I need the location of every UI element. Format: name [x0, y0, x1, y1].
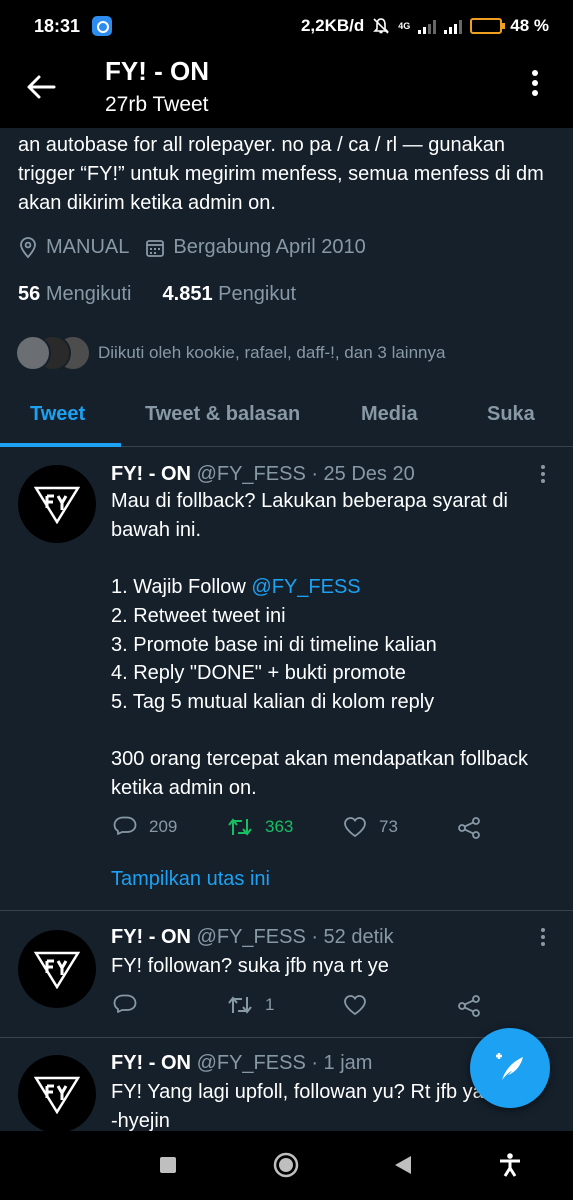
reply-button[interactable]: 209: [113, 816, 177, 838]
retweet-icon: [228, 996, 252, 1014]
followed-by-text[interactable]: Diikuti oleh kookie, rafael, daff-!, dan…: [98, 343, 445, 363]
tab-tweet[interactable]: Tweet: [30, 403, 85, 426]
share-button[interactable]: [457, 994, 493, 1018]
tab-likes[interactable]: Suka: [487, 403, 535, 426]
reply-icon: [113, 994, 137, 1013]
tab-tweet-replies[interactable]: Tweet & balasan: [145, 403, 300, 426]
avatar: [15, 335, 51, 371]
back-button[interactable]: [395, 1156, 411, 1179]
location-icon: [20, 236, 36, 258]
fy-logo-icon: [34, 951, 80, 989]
tweet[interactable]: FY! - ON @FY_FESS · 52 detik FY! followa…: [0, 912, 573, 1038]
tweet-header: FY! - ON @FY_FESS · 52 detik: [111, 926, 394, 949]
accessibility-icon: [500, 1153, 520, 1177]
tweet-text-part: 2. Retweet tweet ini 3. Promote base ini…: [111, 604, 528, 800]
tweet-author[interactable]: FY! - ON: [111, 926, 191, 948]
follow-stats: 56 Mengikuti 4.851 Pengikut: [18, 283, 296, 306]
reply-button[interactable]: [113, 994, 149, 1016]
compose-tweet-button[interactable]: [470, 1028, 550, 1108]
circle-icon: [273, 1152, 299, 1178]
retweet-button[interactable]: 1: [227, 994, 274, 1016]
square-icon: [160, 1157, 176, 1173]
accessibility-button[interactable]: [499, 1153, 521, 1182]
status-bar: 18:31 2,2KB/d 4G 48 %: [0, 0, 573, 52]
tweet-actions: 209 363 73: [111, 816, 551, 846]
followers-count: 4.851: [162, 283, 213, 305]
tweet-meta: @FY_FESS · 52 detik: [196, 926, 394, 948]
reply-icon: [113, 816, 137, 835]
following-label: Mengikuti: [45, 283, 132, 305]
share-button[interactable]: [457, 816, 493, 840]
page-title: FY! - ON: [105, 56, 209, 86]
back-arrow-icon[interactable]: [24, 70, 58, 104]
avatar[interactable]: [18, 1055, 96, 1131]
retweet-button[interactable]: 363: [227, 816, 293, 838]
show-thread-link[interactable]: Tampilkan utas ini: [111, 868, 270, 891]
tweet-more-icon[interactable]: [538, 465, 548, 486]
followed-by-avatars[interactable]: [15, 335, 95, 371]
retweet-icon: [228, 818, 252, 836]
network-type: 4G: [398, 21, 411, 31]
following-link[interactable]: 56 Mengikuti: [18, 283, 131, 305]
tweet-meta: @FY_FESS · 25 Des 20: [196, 463, 415, 485]
tweet-text: FY! followan? suka jfb nya rt ye: [111, 955, 389, 977]
fy-logo-icon: [34, 486, 80, 524]
profile-header: FY! - ON 27rb Tweet: [0, 52, 573, 128]
home-button[interactable]: [273, 1152, 299, 1183]
avatar[interactable]: [18, 930, 96, 1008]
triangle-back-icon: [395, 1156, 411, 1174]
status-time: 18:31: [34, 15, 81, 36]
tweet-actions: 1: [111, 994, 551, 1024]
signal-icon-2: [444, 18, 463, 34]
like-button[interactable]: 73: [343, 816, 398, 838]
followers-label: Pengikut: [218, 283, 297, 305]
compose-icon: [496, 1053, 523, 1080]
tweet-count: 27rb Tweet: [105, 93, 209, 116]
network-speed: 2,2KB/d: [300, 16, 365, 35]
mention-link[interactable]: @FY_FESS: [251, 576, 360, 598]
tweet-author[interactable]: FY! - ON: [111, 463, 191, 485]
profile-bio: an autobase for all rolepayer. no pa / c…: [18, 134, 544, 214]
more-vertical-icon[interactable]: [527, 70, 543, 100]
tweet-more-icon[interactable]: [538, 928, 548, 949]
battery-icon: [470, 18, 506, 34]
tab-media[interactable]: Media: [361, 403, 418, 426]
tweet-header: FY! - ON @FY_FESS · 1 jam: [111, 1052, 372, 1075]
retweet-count: 1: [265, 995, 275, 1014]
like-button[interactable]: [343, 994, 379, 1016]
like-count: 73: [379, 817, 398, 836]
share-icon: [458, 995, 480, 1017]
tweet[interactable]: FY! - ON @FY_FESS · 25 Des 20 Mau di fol…: [0, 447, 573, 911]
followers-link[interactable]: 4.851 Pengikut: [163, 283, 296, 305]
profile-tabs: Tweet Tweet & balasan Media Suka: [0, 385, 573, 447]
recents-button[interactable]: [160, 1157, 176, 1178]
calendar-icon: [146, 239, 165, 257]
mute-bell-icon: [373, 18, 390, 34]
reply-count: 209: [149, 817, 178, 836]
profile-joined: Bergabung April 2010: [173, 236, 366, 258]
share-icon: [458, 817, 480, 839]
retweet-count: 363: [265, 817, 294, 836]
like-icon: [344, 995, 366, 1016]
following-count: 56: [18, 283, 41, 305]
like-icon: [344, 817, 366, 838]
fy-logo-icon: [34, 1076, 80, 1114]
tweet-header: FY! - ON @FY_FESS · 25 Des 20: [111, 463, 415, 486]
profile-location: MANUAL: [46, 236, 130, 258]
tweet-text: Mau di follback? Lakukan beberapa syarat…: [111, 487, 556, 803]
app-notification-icon: [92, 16, 113, 36]
avatar[interactable]: [18, 465, 96, 543]
tweet-meta: @FY_FESS · 1 jam: [196, 1052, 373, 1074]
tweet-author[interactable]: FY! - ON: [111, 1052, 191, 1074]
signal-icon: [418, 18, 437, 34]
profile-meta: MANUAL Bergabung April 2010: [18, 236, 366, 259]
battery-percent: 48 %: [510, 16, 549, 35]
system-nav-bar: [0, 1131, 573, 1200]
